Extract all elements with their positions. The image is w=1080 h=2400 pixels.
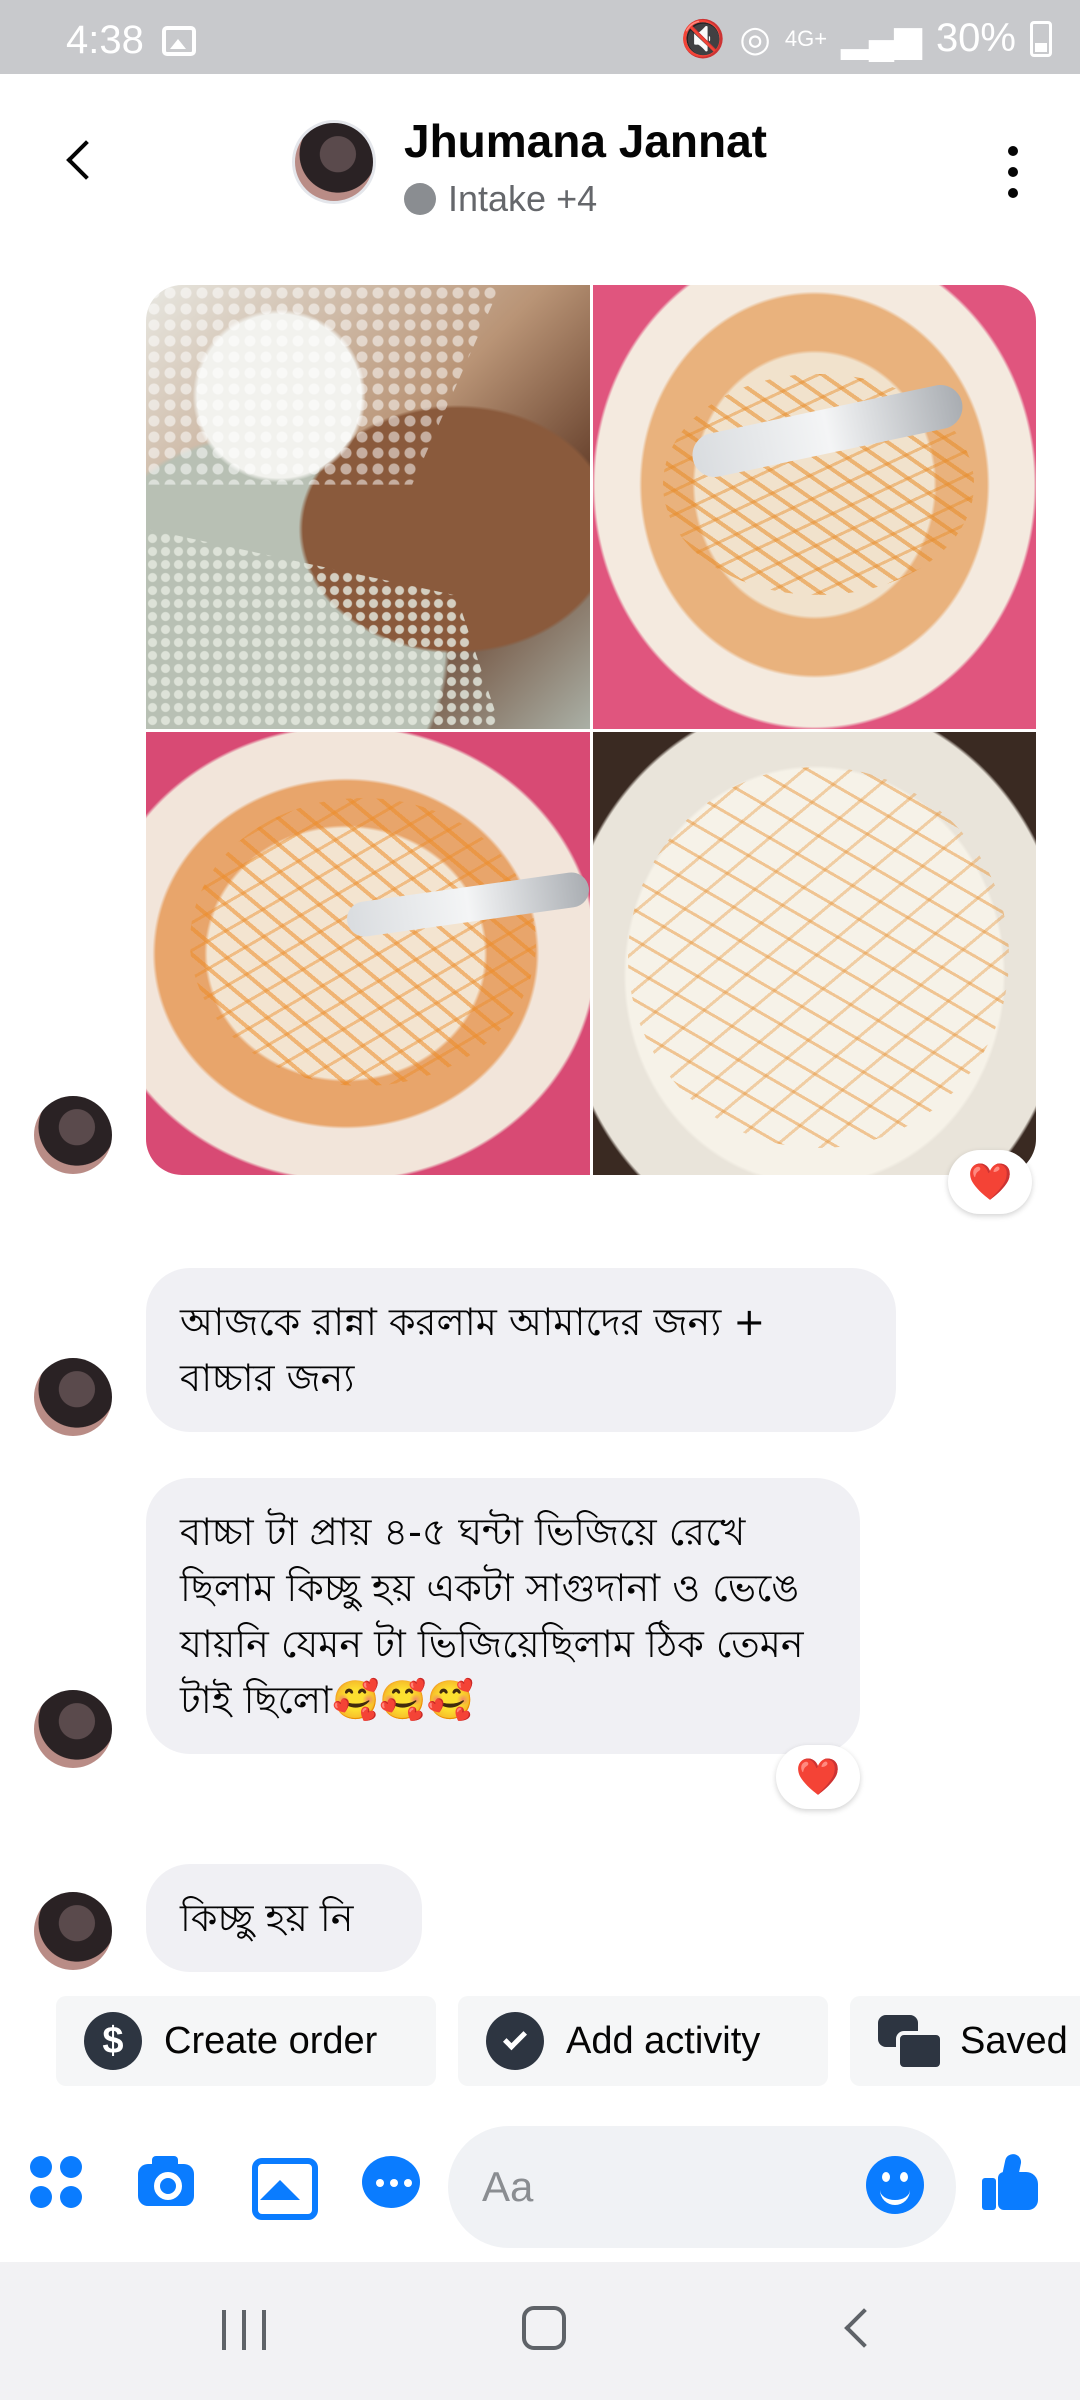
sender-avatar[interactable]	[34, 1358, 112, 1436]
contact-status[interactable]: Intake +4	[404, 178, 597, 220]
4g-plus-icon: 4G+	[784, 25, 828, 51]
contact-avatar[interactable]	[292, 120, 376, 204]
photo-pudding[interactable]	[592, 731, 1036, 1175]
recents-button[interactable]	[222, 2310, 266, 2350]
gallery-notification-icon	[162, 26, 196, 56]
apps-icon[interactable]	[24, 2150, 88, 2214]
contact-status-label: Intake +4	[448, 178, 598, 219]
camera-icon[interactable]	[134, 2150, 198, 2214]
status-time: 4:38	[66, 18, 144, 62]
sender-avatar[interactable]	[34, 1096, 112, 1174]
home-button[interactable]	[522, 2306, 566, 2350]
hotspot-icon: ◎	[739, 17, 771, 59]
more-dot-icon	[1008, 188, 1018, 198]
sender-avatar[interactable]	[34, 1892, 112, 1970]
dollar-icon: $	[84, 2012, 142, 2070]
system-nav-bar	[0, 2262, 1080, 2400]
gallery-icon[interactable]	[248, 2150, 318, 2220]
thumbs-up-icon[interactable]	[980, 2150, 1044, 2214]
system-back-button[interactable]	[838, 2306, 882, 2352]
message-bubble[interactable]: কিচ্ছু হয় নি	[146, 1864, 422, 1972]
photo-bowl-closeup[interactable]	[146, 731, 590, 1175]
saved-label: Saved	[960, 2019, 1068, 2062]
photo-grid-message[interactable]	[146, 285, 1036, 1175]
battery-icon	[1030, 20, 1052, 57]
saved-replies-icon	[878, 2015, 944, 2071]
saved-replies-button[interactable]: Saved	[850, 1996, 1080, 2086]
status-icons: 🔇 ◎ 4G+ ▂▄▆ 30%	[681, 16, 1052, 61]
status-dot-icon	[404, 183, 436, 215]
chat-bubble-icon[interactable]	[360, 2150, 424, 2214]
message-bubble[interactable]: আজকে রান্না করলাম আমাদের জন্য + বাচ্চার …	[146, 1268, 896, 1432]
photo-sago-pearls[interactable]	[146, 285, 590, 729]
message-bubble[interactable]: বাচ্চা টা প্রায় ৪-৫ ঘন্টা ভিজিয়ে রেখে …	[146, 1478, 860, 1754]
more-options-button[interactable]	[998, 142, 1028, 202]
emoji-icon[interactable]	[866, 2156, 924, 2214]
mute-icon: 🔇	[680, 17, 726, 59]
more-dot-icon	[1008, 146, 1018, 156]
sender-avatar[interactable]	[34, 1690, 112, 1768]
heart-reaction[interactable]: ❤️	[776, 1745, 860, 1809]
status-bar: 4:38 🔇 ◎ 4G+ ▂▄▆ 30%	[0, 0, 1080, 74]
message-composer	[0, 2110, 1080, 2260]
check-icon	[486, 2012, 544, 2070]
contact-name[interactable]: Jhumana Jannat	[404, 114, 767, 168]
battery-percent: 30%	[935, 16, 1016, 60]
chat-header: Jhumana Jannat Intake +4	[0, 74, 1080, 250]
signal-icon: ▂▄▆	[841, 17, 922, 59]
more-dot-icon	[1008, 167, 1018, 177]
create-order-label: Create order	[164, 2019, 378, 2062]
heart-reaction[interactable]: ❤️	[948, 1150, 1032, 1214]
photo-bowl-spoon[interactable]	[592, 285, 1036, 729]
create-order-button[interactable]: $ Create order	[56, 1996, 436, 2086]
back-button[interactable]	[52, 124, 112, 194]
add-activity-button[interactable]: Add activity	[458, 1996, 828, 2086]
quick-actions-bar: $ Create order Add activity Saved	[0, 1996, 1080, 2090]
add-activity-label: Add activity	[566, 2019, 761, 2062]
